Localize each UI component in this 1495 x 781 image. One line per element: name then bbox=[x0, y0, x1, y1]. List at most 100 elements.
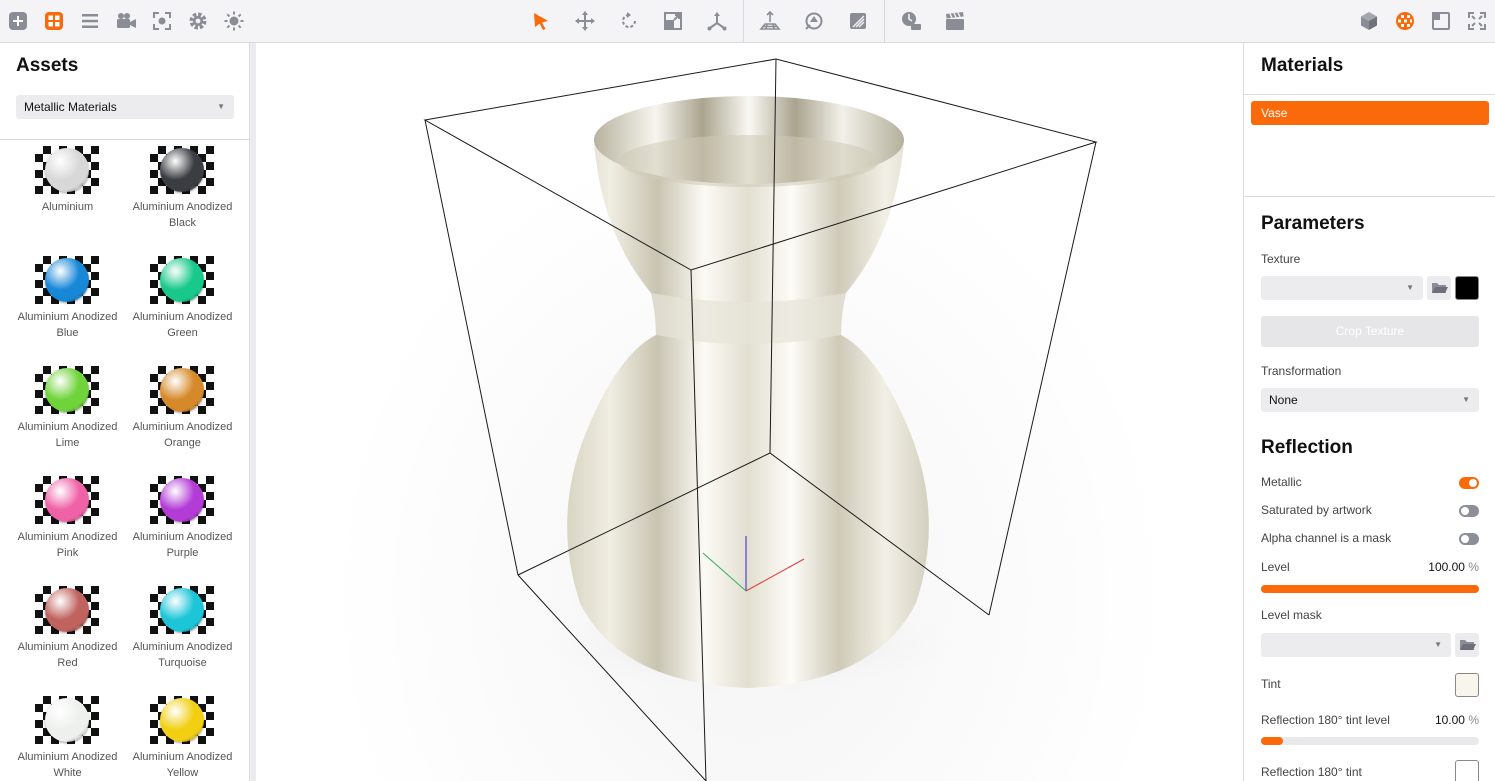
asset-item[interactable]: Aluminium Anodized Orange bbox=[125, 364, 240, 474]
asset-item[interactable]: Aluminium Anodized Green bbox=[125, 254, 240, 364]
select-arrow-icon[interactable] bbox=[526, 6, 556, 36]
chevron-down-icon: ▼ bbox=[1406, 283, 1414, 292]
focus-target-icon[interactable] bbox=[799, 6, 829, 36]
panel-layout-icon[interactable] bbox=[1426, 6, 1456, 36]
asset-item[interactable]: Aluminium Anodized White bbox=[10, 694, 125, 781]
3d-viewport[interactable] bbox=[256, 43, 1243, 781]
texture-select[interactable]: ▼ bbox=[1261, 276, 1423, 300]
asset-label-line2: White bbox=[53, 767, 82, 779]
material-item-vase[interactable]: Vase bbox=[1251, 101, 1489, 125]
light-icon[interactable] bbox=[219, 6, 249, 36]
floor-icon[interactable] bbox=[755, 6, 785, 36]
texture-label: Texture bbox=[1261, 252, 1301, 266]
tint180-level-value[interactable]: 10.00 % bbox=[1435, 713, 1479, 727]
asset-thumbnail bbox=[150, 586, 214, 634]
tint180-level-unit: % bbox=[1468, 713, 1479, 727]
asset-label-line2: Purple bbox=[166, 547, 199, 559]
rotate-icon[interactable] bbox=[614, 6, 644, 36]
scene-render bbox=[423, 58, 1098, 781]
material-sphere-preview bbox=[45, 148, 89, 192]
assets-divider bbox=[0, 139, 249, 140]
transformation-value: None bbox=[1269, 393, 1298, 407]
scale-icon[interactable] bbox=[658, 6, 688, 36]
asset-item[interactable]: Aluminium Anodized Yellow bbox=[125, 694, 240, 781]
level-slider[interactable] bbox=[1261, 585, 1479, 593]
asset-label-line1: Aluminium Anodized bbox=[17, 751, 118, 763]
toolbar-divider bbox=[884, 0, 885, 43]
asset-thumbnail bbox=[150, 476, 214, 524]
alpha-mask-toggle[interactable] bbox=[1459, 533, 1479, 545]
tint180-level-slider[interactable] bbox=[1261, 737, 1479, 745]
material-sphere-preview bbox=[45, 698, 89, 742]
crop-texture-button[interactable]: Crop Texture bbox=[1261, 316, 1479, 347]
asset-label-line1: Aluminium Anodized bbox=[132, 751, 233, 763]
level-value[interactable]: 100.00 % bbox=[1428, 560, 1479, 574]
asset-label: Aluminium Anodized Lime bbox=[10, 419, 125, 451]
asset-category-select[interactable]: Metallic Materials ▼ bbox=[16, 95, 234, 119]
add-icon[interactable] bbox=[3, 6, 33, 36]
material-sphere-preview bbox=[45, 258, 89, 302]
pivot-icon[interactable] bbox=[702, 6, 732, 36]
asset-label: Aluminium Anodized Turquoise bbox=[125, 639, 240, 671]
transformation-label: Transformation bbox=[1261, 364, 1342, 378]
material-sphere-preview bbox=[160, 368, 204, 412]
render-region-icon[interactable] bbox=[843, 6, 873, 36]
move-icon[interactable] bbox=[570, 6, 600, 36]
list-icon[interactable] bbox=[75, 6, 105, 36]
tint-color-swatch[interactable] bbox=[1455, 673, 1479, 697]
material-sphere-icon[interactable] bbox=[1390, 6, 1420, 36]
asset-thumbnail bbox=[35, 696, 99, 744]
texture-browse-button[interactable] bbox=[1427, 276, 1451, 300]
transformation-select[interactable]: None ▼ bbox=[1261, 388, 1479, 412]
asset-grid: Aluminium Aluminium Anodized Black Aluminiu… bbox=[0, 144, 249, 781]
asset-item[interactable]: Aluminium Anodized Red bbox=[10, 584, 125, 694]
level-slider-fill bbox=[1261, 585, 1479, 593]
asset-thumbnail bbox=[35, 586, 99, 634]
clapper-icon[interactable] bbox=[940, 6, 970, 36]
gear-icon[interactable] bbox=[183, 6, 213, 36]
asset-label-line1: Aluminium Anodized bbox=[132, 421, 233, 433]
material-sphere-preview bbox=[160, 478, 204, 522]
asset-item[interactable]: Aluminium Anodized Turquoise bbox=[125, 584, 240, 694]
material-sphere-preview bbox=[160, 698, 204, 742]
level-mask-select[interactable]: ▼ bbox=[1261, 633, 1451, 657]
toolbar-divider bbox=[743, 0, 744, 43]
folder-icon bbox=[1460, 640, 1476, 650]
asset-label-line2: Green bbox=[167, 327, 198, 339]
parameters-title: Parameters bbox=[1261, 213, 1365, 234]
level-mask-browse-button[interactable] bbox=[1455, 633, 1479, 657]
texture-color-swatch[interactable] bbox=[1455, 276, 1479, 300]
asset-label-line2: Turquoise bbox=[158, 657, 207, 669]
asset-item[interactable]: Aluminium Anodized Black bbox=[125, 144, 240, 254]
asset-label: Aluminium Anodized Green bbox=[125, 309, 240, 341]
asset-label-line1: Aluminium Anodized bbox=[132, 311, 233, 323]
focus-icon[interactable] bbox=[147, 6, 177, 36]
asset-item[interactable]: Aluminium Anodized Lime bbox=[10, 364, 125, 474]
asset-thumbnail bbox=[150, 696, 214, 744]
asset-label: Aluminium Anodized Yellow bbox=[125, 749, 240, 781]
asset-item[interactable]: Aluminium Anodized Purple bbox=[125, 474, 240, 584]
level-mask-label: Level mask bbox=[1261, 608, 1322, 622]
material-sphere-preview bbox=[45, 368, 89, 412]
asset-label: Aluminium Anodized Purple bbox=[125, 529, 240, 561]
fullscreen-icon[interactable] bbox=[1462, 6, 1492, 36]
tint180-label: Reflection 180° tint bbox=[1261, 765, 1362, 779]
asset-item[interactable]: Aluminium Anodized Blue bbox=[10, 254, 125, 364]
asset-item[interactable]: Aluminium bbox=[10, 144, 125, 254]
asset-label: Aluminium Anodized White bbox=[10, 749, 125, 781]
metallic-toggle[interactable] bbox=[1459, 477, 1479, 489]
cube-icon[interactable] bbox=[1354, 6, 1384, 36]
camera-icon[interactable] bbox=[111, 6, 141, 36]
assets-panel: Assets Metallic Materials ▼ Aluminium Alu… bbox=[0, 43, 250, 781]
material-sphere-preview bbox=[160, 258, 204, 302]
asset-thumbnail bbox=[150, 146, 214, 194]
assets-grid-icon[interactable] bbox=[39, 6, 69, 36]
tint180-level-slider-fill bbox=[1261, 737, 1283, 745]
time-of-day-icon[interactable] bbox=[896, 6, 926, 36]
asset-thumbnail bbox=[35, 256, 99, 304]
asset-item[interactable]: Aluminium Anodized Pink bbox=[10, 474, 125, 584]
asset-label-line1: Aluminium Anodized bbox=[17, 641, 118, 653]
asset-label-line1: Aluminium Anodized bbox=[132, 201, 233, 213]
tint180-color-swatch[interactable] bbox=[1455, 760, 1479, 781]
saturated-toggle[interactable] bbox=[1459, 505, 1479, 517]
